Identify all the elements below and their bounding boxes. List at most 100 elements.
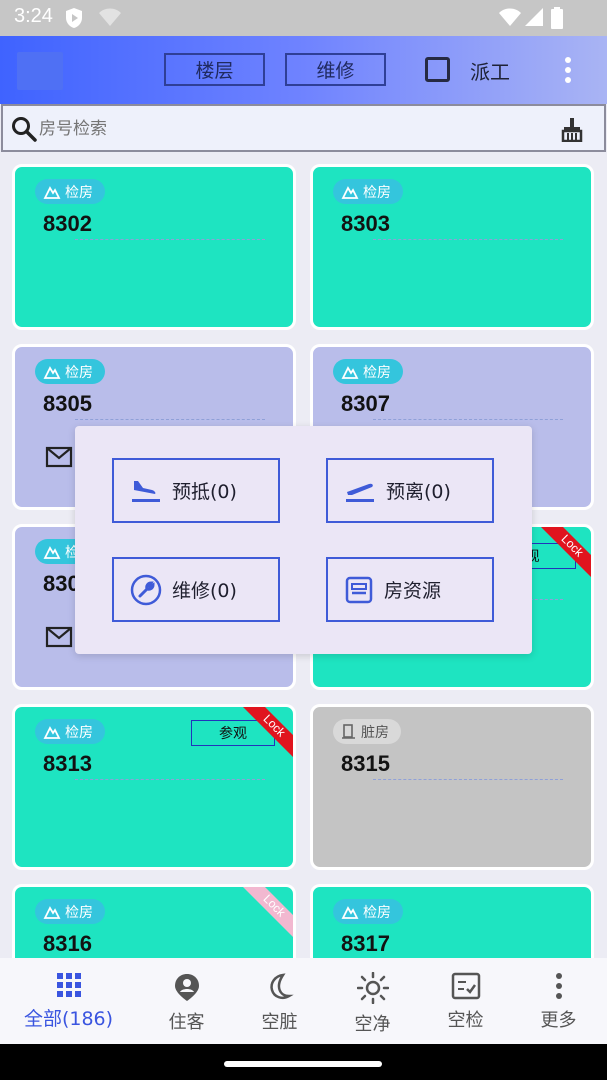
bottom-nav: 全部(186) 住客 空脏 空净 空检 更多 bbox=[0, 958, 607, 1044]
status-badge: 检房 bbox=[35, 899, 105, 924]
nav-all[interactable]: 全部(186) bbox=[18, 958, 119, 1044]
mountain-check-icon bbox=[43, 905, 61, 919]
mountain-check-icon bbox=[341, 365, 359, 379]
status-text: 脏房 bbox=[361, 724, 389, 741]
shield-icon bbox=[66, 8, 82, 28]
search-bar bbox=[1, 104, 606, 152]
departure-button[interactable]: 预离(0) bbox=[326, 458, 494, 523]
room-number: 8303 bbox=[341, 211, 390, 236]
more-icon bbox=[555, 973, 562, 999]
floor-tab-button[interactable]: 楼层 bbox=[164, 53, 265, 86]
status-text: 检房 bbox=[65, 184, 93, 201]
status-bar: 3:24 bbox=[0, 0, 607, 36]
nav-label: 空检 bbox=[447, 1010, 484, 1031]
room-card[interactable]: 检房 8302 bbox=[12, 164, 296, 330]
nav-label: 空净 bbox=[354, 1014, 391, 1035]
nav-vacant-clean[interactable]: 空净 bbox=[322, 958, 423, 1044]
lock-ribbon: Lock bbox=[243, 707, 293, 757]
nav-vacant-dirty[interactable]: 空脏 bbox=[229, 958, 330, 1044]
nav-vacant-inspected[interactable]: 空检 bbox=[415, 958, 516, 1044]
status-badge: 检房 bbox=[333, 899, 403, 924]
nav-label: 空脏 bbox=[261, 1012, 298, 1033]
status-text: 检房 bbox=[65, 364, 93, 381]
mountain-check-icon bbox=[341, 905, 359, 919]
status-badge: 检房 bbox=[35, 719, 105, 744]
plane-takeoff-icon bbox=[346, 483, 374, 502]
nav-label: 全部(186) bbox=[23, 1008, 114, 1030]
lock-ribbon: Lock bbox=[541, 527, 591, 577]
lock-ribbon: Lock bbox=[243, 887, 293, 937]
status-badge: 检房 bbox=[35, 359, 105, 384]
dispatch-label[interactable]: 派工 bbox=[470, 56, 510, 85]
status-badge: 检房 bbox=[333, 179, 403, 204]
overflow-menu-icon[interactable] bbox=[558, 56, 578, 84]
system-nav-bar bbox=[0, 1044, 607, 1080]
room-number: 8313 bbox=[43, 751, 92, 776]
room-number: 8305 bbox=[43, 391, 92, 416]
status-text: 检房 bbox=[363, 904, 391, 921]
status-text: 检房 bbox=[65, 904, 93, 921]
room-number: 8315 bbox=[341, 751, 390, 776]
room-card[interactable]: 脏房 8315 bbox=[310, 704, 594, 870]
room-search-input[interactable] bbox=[39, 114, 519, 144]
mountain-check-icon bbox=[43, 725, 61, 739]
mountain-check-icon bbox=[43, 185, 61, 199]
signal-icon bbox=[525, 8, 543, 26]
moon-icon bbox=[269, 973, 294, 999]
broom-clean-icon[interactable] bbox=[561, 118, 583, 142]
home-gesture-handle[interactable] bbox=[224, 1061, 382, 1067]
battery-icon bbox=[551, 7, 563, 29]
room-filter-popup: 预抵(0) 预离(0) 维修(0) 房资源 bbox=[75, 426, 532, 654]
grid-icon bbox=[56, 973, 81, 997]
departure-label: 预离(0) bbox=[386, 481, 451, 503]
repair-button[interactable]: 维修(0) bbox=[112, 557, 280, 622]
mountain-check-icon bbox=[341, 185, 359, 199]
nav-label: 更多 bbox=[540, 1010, 577, 1031]
message-icon[interactable] bbox=[45, 625, 75, 651]
mountain-check-icon bbox=[43, 545, 61, 559]
room-card[interactable]: 检房 8313 参观 Lock bbox=[12, 704, 296, 870]
divider bbox=[373, 239, 563, 240]
status-badge: 脏房 bbox=[333, 719, 401, 744]
sun-icon bbox=[356, 972, 389, 1004]
nav-label: 住客 bbox=[168, 1012, 205, 1033]
status-text: 检房 bbox=[363, 184, 391, 201]
status-badge: 检房 bbox=[35, 179, 105, 204]
repair-label: 维修(0) bbox=[172, 580, 237, 602]
room-number: 8316 bbox=[43, 931, 92, 956]
arrival-label: 预抵(0) bbox=[172, 481, 237, 503]
room-resource-label: 房资源 bbox=[384, 580, 442, 602]
arrival-button[interactable]: 预抵(0) bbox=[112, 458, 280, 523]
plane-landing-icon bbox=[132, 480, 160, 502]
nav-more[interactable]: 更多 bbox=[508, 958, 607, 1044]
wrench-icon bbox=[130, 574, 162, 605]
bed-room-icon bbox=[345, 576, 373, 603]
app-logo bbox=[17, 52, 63, 90]
divider bbox=[75, 419, 265, 420]
nav-guest[interactable]: 住客 bbox=[136, 958, 237, 1044]
room-card[interactable]: 检房 8316 Lock bbox=[12, 884, 296, 958]
divider bbox=[75, 239, 265, 240]
room-number: 8317 bbox=[341, 931, 390, 956]
dirty-room-icon bbox=[342, 723, 355, 739]
room-number: 8307 bbox=[341, 391, 390, 416]
divider bbox=[373, 779, 563, 780]
divider bbox=[373, 419, 563, 420]
dispatch-checkbox[interactable] bbox=[425, 57, 450, 82]
search-icon[interactable] bbox=[11, 116, 37, 142]
room-resource-button[interactable]: 房资源 bbox=[326, 557, 494, 622]
repair-tab-button[interactable]: 维修 bbox=[285, 53, 386, 86]
status-time: 3:24 bbox=[14, 5, 53, 27]
checklist-icon bbox=[451, 972, 480, 1000]
divider bbox=[75, 779, 265, 780]
room-number: 8302 bbox=[43, 211, 92, 236]
guest-icon bbox=[174, 974, 199, 1001]
mountain-check-icon bbox=[43, 365, 61, 379]
message-icon[interactable] bbox=[45, 445, 75, 471]
app-bar: 楼层 维修 派工 bbox=[0, 36, 607, 104]
room-card[interactable]: 检房 8303 bbox=[310, 164, 594, 330]
wifi-icon bbox=[499, 8, 521, 26]
room-card[interactable]: 检房 8317 bbox=[310, 884, 594, 958]
status-text: 检房 bbox=[363, 364, 391, 381]
status-badge: 检房 bbox=[333, 359, 403, 384]
